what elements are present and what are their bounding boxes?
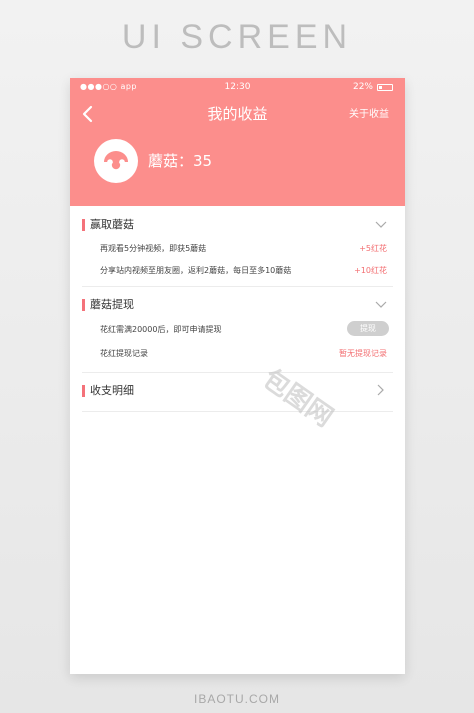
section-withdraw: 蘑菇提现 花红需满20000后，即可申请提现 提现 花红提现记录 暂无提现记录 — [82, 298, 393, 368]
chevron-down-icon[interactable] — [375, 221, 387, 229]
watermark: 包图网 — [257, 363, 339, 434]
section-title-details: 收支明细 — [82, 384, 134, 398]
section-title-withdraw: 蘑菇提现 — [82, 298, 134, 312]
divider — [82, 286, 393, 287]
earn-row-1-text: 再观看5分钟视频，即获5蘑菇 — [100, 244, 207, 253]
withdraw-requirement-text: 花红需满20000后，即可申请提现 — [100, 325, 222, 334]
chevron-right-icon[interactable] — [377, 384, 385, 396]
banner-title: UI SCREEN — [121, 18, 353, 56]
earn-row-2-reward: +10红花 — [354, 266, 387, 275]
about-earnings-link[interactable]: 关于收益 — [349, 105, 389, 120]
header: ●●●○○ app 12:30 22% 我的收益 关于收益 蘑菇：35 — [70, 78, 405, 206]
divider — [82, 372, 393, 373]
earn-row-2-text: 分享站内视频至朋友圈，返利2蘑菇，每日至多10蘑菇 — [100, 266, 292, 275]
withdraw-records-text: 花红提现记录 — [100, 349, 148, 358]
phone-screen: ●●●○○ app 12:30 22% 我的收益 关于收益 蘑菇：35 赢取蘑菇… — [70, 78, 405, 674]
mushroom-balance: 蘑菇：35 — [148, 152, 213, 170]
battery-percent: 22% — [352, 82, 373, 92]
divider — [82, 411, 393, 412]
chevron-down-icon[interactable] — [375, 301, 387, 309]
mushroom-avatar — [94, 139, 138, 183]
section-title-earn: 赢取蘑菇 — [82, 218, 134, 232]
status-bar: ●●●○○ app 12:30 22% — [70, 78, 405, 96]
mushroom-icon — [104, 151, 128, 170]
battery-icon — [377, 84, 393, 91]
withdraw-button[interactable]: 提现 — [347, 321, 389, 336]
section-income-details[interactable]: 收支明细 — [82, 384, 393, 410]
withdraw-records-status[interactable]: 暂无提现记录 — [339, 348, 387, 359]
earn-row-1-reward: +5红花 — [359, 244, 387, 253]
footer-brand: IBAOTU.COM — [193, 692, 280, 706]
section-earn-mushrooms: 赢取蘑菇 再观看5分钟视频，即获5蘑菇 +5红花 分享站内视频至朋友圈，返利2蘑… — [82, 218, 393, 288]
